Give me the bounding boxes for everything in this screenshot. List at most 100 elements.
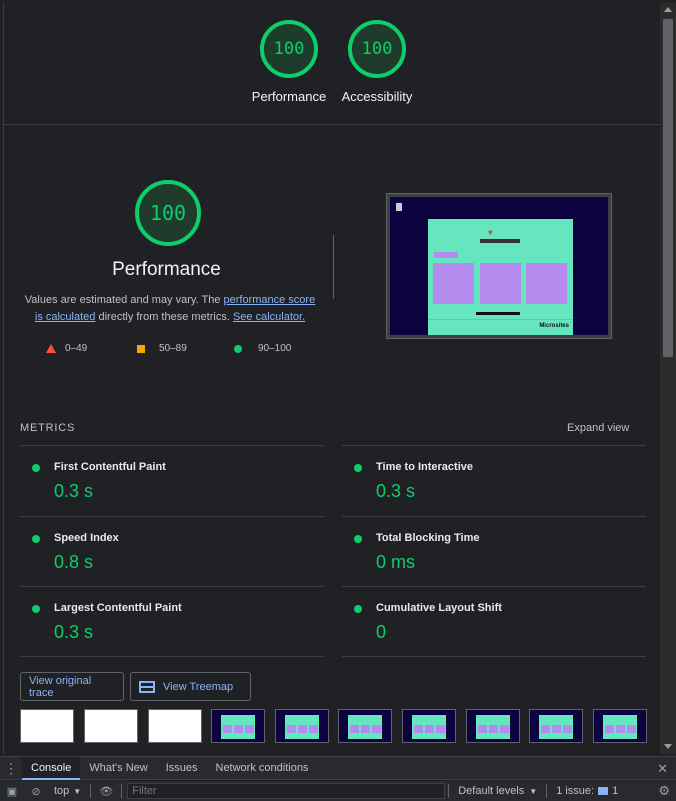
filmstrip-frame xyxy=(211,709,265,743)
context-selector[interactable]: top ▼ xyxy=(48,785,87,797)
metric-tti: Time to Interactive 0.3 s xyxy=(342,445,646,515)
expand-view-toggle[interactable]: Expand view xyxy=(567,422,629,434)
context-label: top xyxy=(54,785,70,797)
eye-icon[interactable]: 👁 xyxy=(94,785,118,798)
metrics-heading: METRICS xyxy=(20,422,76,434)
metric-name: Largest Contentful Paint xyxy=(54,602,182,614)
screenshot-logo xyxy=(396,203,446,211)
metric-value: 0.3 s xyxy=(54,622,94,642)
view-original-trace-button[interactable]: View original trace xyxy=(20,672,124,701)
pass-circle-icon xyxy=(234,344,242,353)
filmstrip-frame xyxy=(338,709,392,743)
console-toolbar: ▣ ⊘ top ▼ 👁 Default levels ▼ 1 issue: 1 … xyxy=(0,781,676,801)
metric-value: 0.3 s xyxy=(376,481,416,501)
accessibility-category-gauge[interactable]: 100 xyxy=(348,20,406,78)
legend-average: 50–89 xyxy=(137,343,187,354)
screenshot-footer-label: Microsites xyxy=(539,323,569,329)
metric-value: 0 xyxy=(376,622,387,642)
average-square-icon xyxy=(137,344,145,353)
metric-value: 0.3 s xyxy=(54,481,94,501)
devtools-window: 100 Performance 100 Accessibility 100 Pe… xyxy=(0,0,676,801)
filmstrip-frame xyxy=(529,709,583,743)
legend-pass: 90–100 xyxy=(234,343,291,354)
chevron-down-icon: ▼ xyxy=(529,786,538,796)
fail-triangle-icon xyxy=(46,344,56,353)
clear-console-icon[interactable]: ⊘ xyxy=(24,785,48,798)
more-tabs-icon[interactable]: ⋮ xyxy=(0,761,22,775)
performance-description: Values are estimated and may vary. The p… xyxy=(22,292,318,326)
view-treemap-button[interactable]: View Treemap xyxy=(130,672,251,701)
tab-issues[interactable]: Issues xyxy=(157,756,207,780)
tab-whats-new[interactable]: What's New xyxy=(80,756,156,780)
final-screenshot[interactable]: ♥ Microsites xyxy=(386,193,612,339)
treemap-icon xyxy=(139,680,155,693)
sidebar-toggle-icon[interactable]: ▣ xyxy=(0,785,24,798)
legend-fail: 0–49 xyxy=(46,343,87,354)
header-divider xyxy=(4,124,660,125)
pass-circle-icon xyxy=(354,605,362,613)
metric-name: First Contentful Paint xyxy=(54,461,166,473)
description-text: directly from these metrics. xyxy=(95,311,233,323)
gauge-score: 100 xyxy=(361,39,393,59)
chevron-down-icon: ▼ xyxy=(73,786,82,796)
metrics-divider xyxy=(20,656,324,657)
metrics-divider xyxy=(342,656,646,657)
issues-label: 1 issue: xyxy=(556,785,595,797)
tab-network-conditions[interactable]: Network conditions xyxy=(207,756,318,780)
performance-category-label[interactable]: Performance xyxy=(243,89,335,104)
pass-circle-icon xyxy=(32,535,40,543)
legend-pass-label: 90–100 xyxy=(258,343,292,354)
description-text: Values are estimated and may vary. The xyxy=(24,294,224,306)
scrollbar-thumb[interactable] xyxy=(663,19,673,357)
legend-average-label: 50–89 xyxy=(159,343,187,354)
toolbar-separator xyxy=(121,784,123,798)
metric-fcp: First Contentful Paint 0.3 s xyxy=(20,445,324,515)
metric-value: 0 ms xyxy=(376,552,416,572)
issues-counter[interactable]: 1 issue: 1 xyxy=(550,785,624,797)
performance-title: Performance xyxy=(112,259,221,280)
filmstrip-frame xyxy=(593,709,647,743)
screenshot-footer: Microsites xyxy=(428,319,573,335)
filmstrip-frame xyxy=(84,709,138,743)
log-levels-label: Default levels xyxy=(458,785,525,797)
close-icon[interactable]: ✕ xyxy=(657,761,668,777)
heart-icon: ♥ xyxy=(488,228,493,237)
accessibility-category-label[interactable]: Accessibility xyxy=(331,89,423,104)
toolbar-separator xyxy=(448,784,450,798)
screenshot-box xyxy=(480,263,521,304)
gauge-score: 100 xyxy=(273,39,305,59)
scroll-down-icon[interactable] xyxy=(664,744,672,749)
pass-circle-icon xyxy=(354,535,362,543)
metric-value: 0.8 s xyxy=(54,552,94,572)
screenshot-bar xyxy=(476,312,520,315)
performance-gauge: 100 xyxy=(135,180,201,246)
gear-icon[interactable]: ⚙ xyxy=(658,783,670,799)
scroll-up-icon[interactable] xyxy=(664,7,672,12)
pass-circle-icon xyxy=(32,464,40,472)
metric-name: Cumulative Layout Shift xyxy=(376,602,502,614)
see-calculator-link[interactable]: See calculator. xyxy=(233,311,305,323)
screenshot-box xyxy=(526,263,567,304)
filter-input[interactable] xyxy=(127,783,446,799)
button-label: View original trace xyxy=(29,674,92,699)
log-levels-dropdown[interactable]: Default levels ▼ xyxy=(452,785,543,797)
toolbar-separator xyxy=(546,784,548,798)
performance-category-gauge[interactable]: 100 xyxy=(260,20,318,78)
filmstrip-frame xyxy=(466,709,520,743)
issues-count: 1 xyxy=(612,785,619,797)
pass-circle-icon xyxy=(354,464,362,472)
filmstrip-frame xyxy=(20,709,74,743)
report-scrollbar[interactable] xyxy=(660,3,676,754)
metric-cls: Cumulative Layout Shift 0 xyxy=(342,586,646,656)
screenshot-card: ♥ Microsites xyxy=(428,219,573,335)
metric-lcp: Largest Contentful Paint 0.3 s xyxy=(20,586,324,656)
filmstrip-frame xyxy=(275,709,329,743)
screenshot-image: ♥ Microsites xyxy=(390,197,608,335)
metric-name: Total Blocking Time xyxy=(376,532,480,544)
filmstrip-frame xyxy=(402,709,456,743)
summary-divider xyxy=(333,235,334,299)
toolbar-separator xyxy=(90,784,92,798)
tab-console[interactable]: Console xyxy=(22,756,81,780)
screenshot-heading xyxy=(480,239,520,243)
message-icon xyxy=(598,787,609,795)
